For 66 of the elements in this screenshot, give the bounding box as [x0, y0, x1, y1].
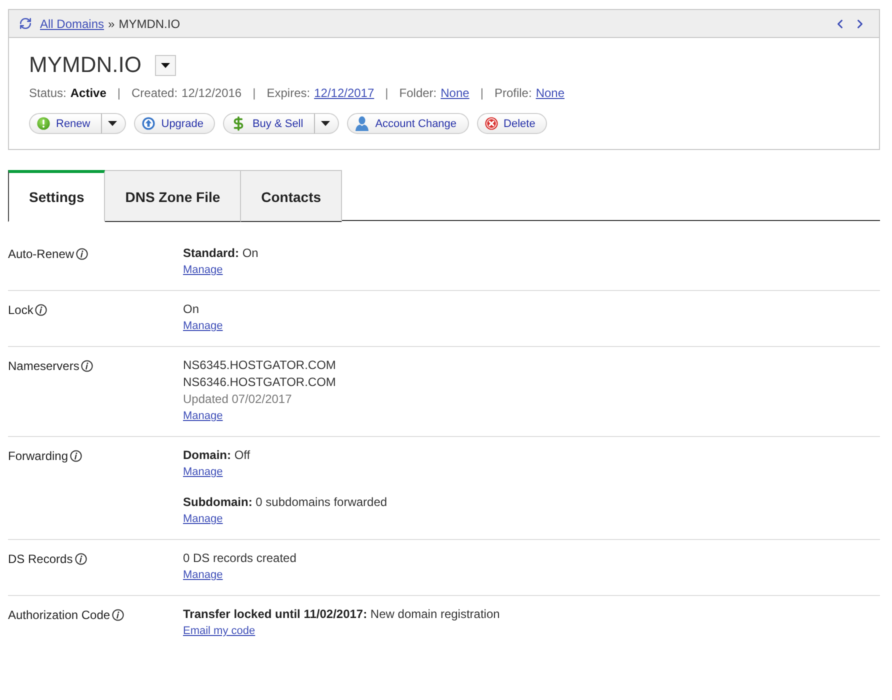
breadcrumb-link[interactable]: All Domains [40, 16, 104, 30]
separator-text: | [480, 85, 484, 101]
status-link[interactable]: None [536, 85, 564, 101]
separator-text: | [385, 85, 388, 101]
separator-text: | [252, 85, 256, 101]
setting-value: Updated 07/02/2017 [183, 391, 292, 408]
status-label: Status: [29, 85, 66, 101]
info-icon[interactable] [70, 450, 82, 462]
status-label: Folder: [399, 85, 437, 101]
status-label: Expires: [266, 85, 310, 101]
domain-title: MYMDN.IO [29, 52, 142, 78]
person-icon [355, 116, 370, 131]
status-link[interactable]: None [440, 85, 470, 101]
action-link[interactable]: Manage [183, 464, 223, 481]
setting-label: Nameservers [8, 358, 80, 372]
status-label: Created: [132, 85, 178, 101]
setting-value: Domain: Off [183, 447, 250, 464]
action-link[interactable]: Manage [183, 318, 223, 335]
action-button[interactable]: Delete [476, 113, 548, 134]
x-circle-icon [484, 117, 498, 130]
status-label: Profile: [494, 85, 532, 101]
status-link[interactable]: 12/12/2017 [314, 85, 374, 101]
separator-text: | [117, 85, 121, 101]
caret-icon [321, 121, 330, 126]
info-icon[interactable] [112, 608, 124, 620]
setting-value: On [183, 301, 200, 318]
domain-menu-button[interactable] [155, 54, 176, 76]
info-icon[interactable] [74, 552, 87, 564]
breadcrumb-current: MYMDN.IO [118, 16, 180, 30]
action-button[interactable]: Renew [29, 113, 102, 134]
info-icon[interactable] [76, 248, 88, 260]
setting-value: 0 DS records created [183, 550, 296, 567]
up-arrow-circle-icon [142, 117, 156, 130]
tab[interactable]: DNS Zone File [105, 170, 242, 222]
refresh-button[interactable] [19, 17, 32, 30]
action-link[interactable]: Email my code [183, 623, 256, 640]
action-link[interactable]: Manage [183, 511, 223, 528]
status-value: 12/12/2016 [182, 85, 242, 101]
setting-value: NS6345.HOSTGATOR.COM [183, 357, 336, 374]
status-value: Active [70, 85, 106, 101]
action-link[interactable]: Manage [183, 567, 223, 584]
action-link[interactable]: Manage [183, 262, 223, 279]
refresh-icon [19, 17, 32, 30]
setting-label: Auto-Renew [8, 246, 74, 260]
exclamation-circle-icon [37, 117, 50, 130]
action-button[interactable]: Buy & Sell [223, 113, 316, 134]
setting-value: Standard: On [183, 245, 258, 262]
setting-label: DS Records [8, 552, 73, 566]
setting-value: NS6346.HOSTGATOR.COM [183, 374, 336, 391]
action-link[interactable]: Manage [183, 408, 223, 425]
info-icon[interactable] [35, 304, 48, 316]
info-icon[interactable] [81, 360, 94, 372]
caret-icon [161, 62, 170, 68]
setting-label: Authorization Code [8, 608, 110, 622]
setting-label: Forwarding [8, 448, 68, 462]
menu-toggle-button[interactable] [101, 113, 126, 134]
action-button[interactable]: Account Change [347, 113, 469, 134]
tab[interactable]: Contacts [241, 170, 342, 222]
setting-label: Lock [8, 302, 34, 316]
setting-value: Transfer locked until 11/02/2017: New domain registration [183, 606, 500, 623]
menu-toggle-button[interactable] [314, 113, 340, 134]
action-button[interactable]: Upgrade [134, 113, 216, 134]
setting-value: Subdomain: 0 subdomains forwarded [183, 494, 388, 511]
tab[interactable]: Settings [8, 170, 106, 222]
caret-icon [108, 121, 118, 126]
breadcrumb-separator: » [108, 16, 115, 30]
